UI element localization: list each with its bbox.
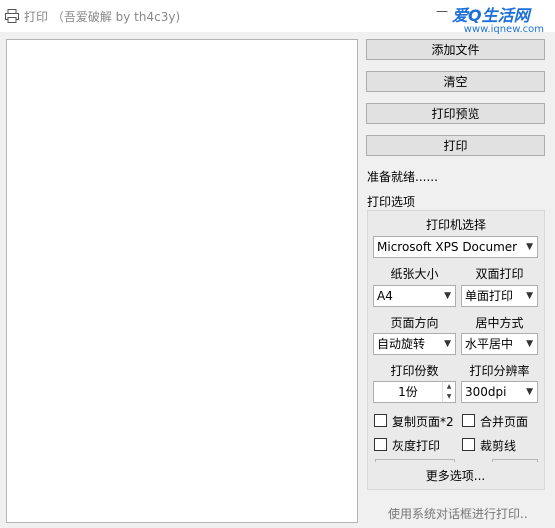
window-title: 打印 （吾爱破解 by th4c3y) — [24, 10, 181, 24]
system-dialog-link[interactable]: 使用系统对话框进行打印.. — [388, 505, 528, 522]
printer-icon — [5, 9, 19, 23]
grayscale-label: 灰度打印 — [392, 439, 441, 453]
paper-size-value: A4 — [377, 289, 393, 303]
watermark-logo: 爱Q生活网 www.iqnew.com — [452, 6, 552, 36]
resolution-select[interactable]: 300dpi ▼ — [461, 381, 538, 403]
chevron-down-icon: ▼ — [526, 242, 533, 252]
resolution-value: 300dpi — [465, 385, 507, 399]
merge-pages-label: 合并页面 — [480, 415, 529, 429]
center-mode-select[interactable]: 水平居中 ▼ — [461, 333, 538, 355]
printer-select[interactable]: Microsoft XPS Documer ▼ — [373, 236, 538, 258]
grayscale-checkbox[interactable] — [374, 438, 387, 451]
resolution-label: 打印分辨率 — [469, 364, 530, 378]
chevron-down-icon: ▼ — [526, 387, 533, 397]
divider-tick — [454, 459, 455, 462]
divider-right — [492, 459, 538, 460]
paper-size-label: 纸张大小 — [390, 267, 439, 281]
crop-marks-label: 裁剪线 — [480, 439, 517, 453]
printer-select-value: Microsoft XPS Documer — [377, 240, 518, 254]
chevron-down-icon: ▼ — [444, 291, 451, 301]
title-bar: 打印 （吾爱破解 by th4c3y) — 爱Q生活网 www.iqnew.co… — [0, 0, 555, 36]
print-preview-button[interactable]: 打印预览 — [366, 103, 545, 124]
duplex-value: 单面打印 — [465, 289, 514, 303]
logo-url-text: www.iqnew.com — [463, 24, 544, 35]
more-options-button[interactable]: 更多选项... — [373, 465, 538, 488]
chevron-down-icon: ▼ — [444, 339, 451, 349]
status-text: 准备就绪...... — [367, 170, 438, 184]
minimize-button[interactable]: — — [436, 4, 450, 18]
chevron-down-icon: ▼ — [526, 291, 533, 301]
stepper-arrows-icon[interactable]: ▲ ▼ — [442, 382, 455, 402]
print-options-label: 打印选项 — [367, 195, 416, 209]
clear-button[interactable]: 清空 — [366, 71, 545, 92]
paper-size-select[interactable]: A4 ▼ — [373, 285, 456, 307]
add-file-button[interactable]: 添加文件 — [366, 39, 545, 60]
crop-marks-checkbox[interactable] — [462, 438, 475, 451]
divider-tick — [375, 459, 376, 462]
copy-pages-label: 复制页面*2 — [392, 415, 454, 429]
orientation-value: 自动旋转 — [377, 337, 426, 351]
orientation-label: 页面方向 — [390, 316, 439, 330]
chevron-down-icon: ▼ — [526, 339, 533, 349]
center-mode-value: 水平居中 — [465, 337, 514, 351]
file-list-preview-area[interactable] — [6, 39, 358, 523]
copies-value: 1份 — [398, 385, 418, 399]
orientation-select[interactable]: 自动旋转 ▼ — [373, 333, 456, 355]
duplex-select[interactable]: 单面打印 ▼ — [461, 285, 538, 307]
logo-main-text: 爱Q生活网 — [452, 6, 530, 25]
copies-stepper[interactable]: 1份 ▲ ▼ — [373, 381, 456, 403]
printer-select-label: 打印机选择 — [425, 218, 486, 232]
print-button[interactable]: 打印 — [366, 135, 545, 156]
duplex-label: 双面打印 — [475, 267, 524, 281]
divider-left — [375, 459, 455, 460]
merge-pages-checkbox[interactable] — [462, 414, 475, 427]
copy-pages-checkbox[interactable] — [374, 414, 387, 427]
center-mode-label: 居中方式 — [475, 316, 524, 330]
divider-tick — [492, 459, 493, 462]
divider-tick — [537, 459, 538, 462]
copies-label: 打印份数 — [390, 364, 439, 378]
